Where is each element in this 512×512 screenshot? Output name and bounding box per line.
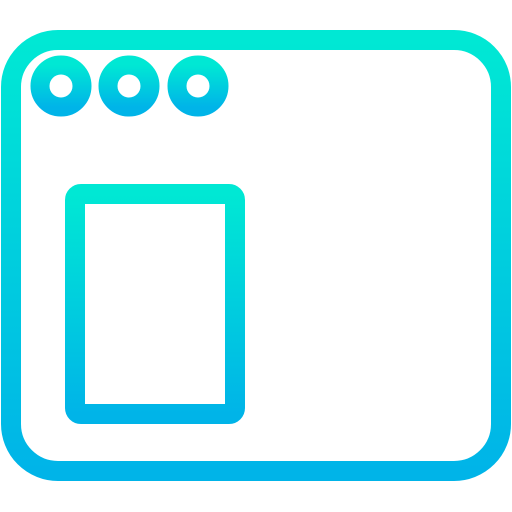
control-dot-1 bbox=[30, 55, 92, 117]
image-placeholder-icon bbox=[65, 184, 245, 424]
text-lines bbox=[268, 232, 446, 380]
control-dot-2 bbox=[98, 55, 160, 117]
control-dot-3 bbox=[167, 55, 229, 117]
browser-window-icon bbox=[0, 0, 512, 512]
browser-window-svg bbox=[1, 30, 511, 481]
